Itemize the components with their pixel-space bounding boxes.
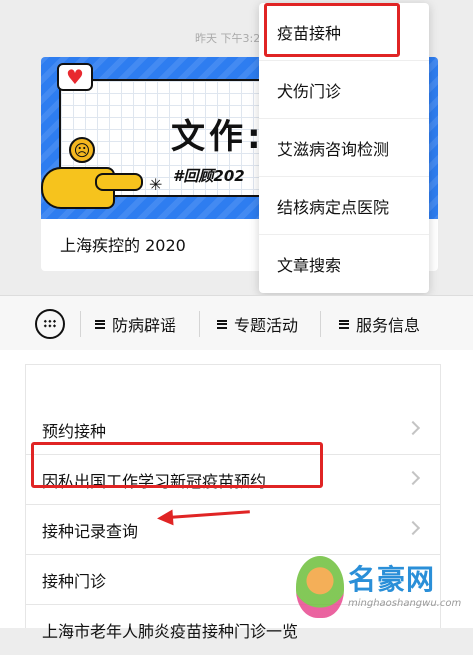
annotation-arrow-head-icon	[156, 509, 174, 527]
watermark-url: minghaoshangwu.com	[348, 598, 462, 609]
message-timestamp: 昨天 下午3:2	[195, 32, 261, 45]
heart-icon: ♥	[57, 63, 93, 91]
watermark-logo-icon	[296, 556, 344, 618]
menu-tab-services[interactable]: 服务信息	[339, 312, 420, 336]
chevron-right-icon	[405, 420, 421, 436]
pointing-hand-icon	[41, 167, 143, 209]
menu-tab-events[interactable]: 专题活动	[217, 312, 298, 336]
chevron-right-icon	[405, 520, 421, 536]
popup-item-aids-consult[interactable]: 艾滋病咨询检测	[259, 119, 429, 177]
list-item-label: 上海市老年人肺炎疫苗接种门诊一览	[42, 622, 299, 641]
popup-item-article-search[interactable]: 文章搜索	[259, 235, 429, 293]
menu-list-icon	[217, 319, 227, 329]
site-watermark: 名豪网 minghaoshangwu.com	[296, 552, 472, 628]
watermark-title: 名豪网	[348, 563, 436, 596]
popup-item-tb-hospitals[interactable]: 结核病定点医院	[259, 177, 429, 235]
menu-tab-rumors[interactable]: 防病辟谣	[95, 312, 176, 336]
article-caption: 上海疾控的 2020	[60, 236, 186, 255]
sad-face-icon: ☹	[69, 137, 95, 163]
menu-tab-label: 专题活动	[234, 316, 299, 335]
list-item-label: 接种记录查询	[42, 521, 139, 541]
chat-panel: 昨天 下午3:2 ♥ ☹ ✳ 文作: #回顾202 上海疾控的 2020 疫苗接…	[0, 0, 473, 350]
highlight-box-covid-abroad	[31, 442, 323, 488]
menu-tab-label: 服务信息	[356, 316, 421, 335]
list-item-label: 预约接种	[42, 421, 107, 441]
popup-item-dog-bite-clinic[interactable]: 犬伤门诊	[259, 61, 429, 119]
menu-divider	[320, 311, 321, 337]
spark-icon: ✳	[149, 175, 163, 194]
menu-list-icon	[339, 319, 349, 329]
menu-tab-label: 防病辟谣	[112, 316, 177, 335]
popup-item-label: 文章搜索	[277, 256, 342, 275]
list-item-label: 接种门诊	[42, 571, 107, 591]
menu-list-icon	[95, 319, 105, 329]
popup-item-label: 结核病定点医院	[277, 197, 390, 217]
menu-divider	[199, 311, 200, 337]
banner-title: 文作:	[171, 117, 265, 157]
banner-subtitle: #回顾202	[173, 167, 245, 185]
highlight-box-vaccination	[264, 3, 400, 57]
account-menu-bar: 防病辟谣 专题活动 服务信息	[0, 295, 473, 350]
popup-item-label: 犬伤门诊	[277, 81, 342, 101]
menu-divider	[80, 311, 81, 337]
popup-item-label: 艾滋病咨询检测	[277, 139, 390, 159]
chevron-right-icon	[405, 470, 421, 486]
keyboard-icon[interactable]	[35, 309, 65, 339]
